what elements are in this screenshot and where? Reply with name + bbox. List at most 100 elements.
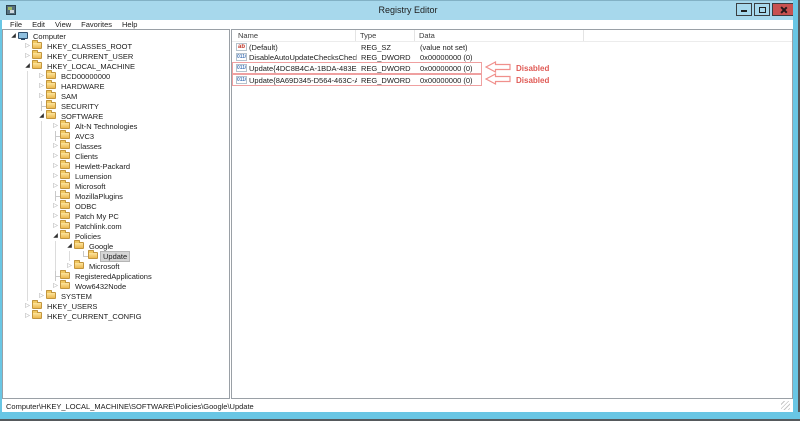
tree-item-odbc[interactable]: ▷ ODBC bbox=[3, 200, 229, 211]
expander-collapsed-icon[interactable]: ▷ bbox=[51, 121, 60, 131]
left-arrow-icon bbox=[484, 73, 511, 87]
tree-item-avc3[interactable]: AVC3 bbox=[3, 130, 229, 141]
value-row-default[interactable]: ab (Default) REG_SZ (value not set) bbox=[232, 42, 792, 52]
tree-indent bbox=[23, 131, 37, 141]
menu-favorites[interactable]: Favorites bbox=[76, 20, 117, 29]
maximize-button[interactable] bbox=[754, 3, 770, 16]
expander-collapsed-icon[interactable]: ▷ bbox=[51, 201, 60, 211]
tree-item-hkey-local-machine[interactable]: ◢ HKEY_LOCAL_MACHINE bbox=[3, 60, 229, 71]
column-header-type[interactable]: Type bbox=[356, 30, 415, 41]
tree-item-label: Alt-N Technologies bbox=[75, 121, 138, 131]
tree-indent bbox=[23, 81, 37, 91]
value-type-cell: REG_SZ bbox=[361, 42, 392, 52]
tree-item-hkey-current-config[interactable]: ▷ HKEY_CURRENT_CONFIG bbox=[3, 310, 229, 321]
minimize-button[interactable] bbox=[736, 3, 752, 16]
tree-item-software[interactable]: ◢ SOFTWARE bbox=[3, 110, 229, 121]
expander-collapsed-icon[interactable]: ▷ bbox=[51, 211, 60, 221]
title-bar[interactable]: Registry Editor bbox=[0, 0, 800, 20]
expander-collapsed-icon[interactable]: ▷ bbox=[51, 281, 60, 291]
folder-icon bbox=[74, 240, 84, 251]
expander-expanded-icon[interactable]: ◢ bbox=[23, 61, 32, 71]
expander-expanded-icon[interactable]: ◢ bbox=[65, 241, 74, 251]
tree-item-clients[interactable]: ▷ Clients bbox=[3, 150, 229, 161]
tree-indent bbox=[23, 251, 37, 261]
tree-indent bbox=[37, 191, 51, 201]
tree-item-alt-n-technologies[interactable]: ▷ Alt-N Technologies bbox=[3, 120, 229, 131]
window-border-bottom bbox=[0, 412, 800, 421]
close-icon bbox=[779, 6, 787, 14]
tree-item-wow6432node[interactable]: ▷ Wow6432Node bbox=[3, 280, 229, 291]
expander-collapsed-icon[interactable]: ▷ bbox=[51, 161, 60, 171]
tree-indent bbox=[23, 181, 37, 191]
value-row-update-8a69d345-d564-463c-aff1-a69[interactable]: 0110Update{8A69D345-D564-463C-AFF1-A69..… bbox=[232, 73, 792, 87]
expander-collapsed-icon[interactable]: ▷ bbox=[65, 261, 74, 271]
column-header-name[interactable]: Name bbox=[232, 30, 356, 41]
menu-edit[interactable]: Edit bbox=[27, 20, 50, 29]
expander-collapsed-icon[interactable]: ▷ bbox=[23, 41, 32, 51]
close-button[interactable] bbox=[772, 3, 794, 16]
folder-icon bbox=[32, 60, 42, 71]
tree-indent bbox=[23, 281, 37, 291]
expander-expanded-icon[interactable]: ◢ bbox=[9, 31, 18, 41]
tree-item-classes[interactable]: ▷ Classes bbox=[3, 140, 229, 151]
expander-collapsed-icon[interactable]: ▷ bbox=[23, 301, 32, 311]
tree-connector bbox=[51, 131, 60, 141]
expander-collapsed-icon[interactable]: ▷ bbox=[51, 181, 60, 191]
tree-item-registeredapplications[interactable]: RegisteredApplications bbox=[3, 270, 229, 281]
tree-indent bbox=[23, 191, 37, 201]
tree-item-microsoft[interactable]: ▷ Microsoft bbox=[3, 260, 229, 271]
menu-file[interactable]: File bbox=[5, 20, 27, 29]
tree-item-google[interactable]: ◢ Google bbox=[3, 240, 229, 251]
tree-connector bbox=[79, 251, 88, 261]
tree-item-hardware[interactable]: ▷ HARDWARE bbox=[3, 80, 229, 91]
window-border-right bbox=[793, 0, 800, 421]
expander-expanded-icon[interactable]: ◢ bbox=[37, 111, 46, 121]
tree-item-patchlink-com[interactable]: ▷ Patchlink.com bbox=[3, 220, 229, 231]
expander-collapsed-icon[interactable]: ▷ bbox=[51, 171, 60, 181]
expander-collapsed-icon[interactable]: ▷ bbox=[23, 51, 32, 61]
expander-collapsed-icon[interactable]: ▷ bbox=[37, 81, 46, 91]
tree-item-patch-my-pc[interactable]: ▷ Patch My PC bbox=[3, 210, 229, 221]
tree-item-update[interactable]: Update bbox=[3, 250, 229, 262]
tree-item-label: ODBC bbox=[75, 201, 97, 211]
tree-indent bbox=[37, 171, 51, 181]
expander-collapsed-icon[interactable]: ▷ bbox=[51, 221, 60, 231]
tree-item-policies[interactable]: ◢ Policies bbox=[3, 230, 229, 241]
tree-item-microsoft[interactable]: ▷ Microsoft bbox=[3, 180, 229, 191]
tree-item-lumension[interactable]: ▷ Lumension bbox=[3, 170, 229, 181]
tree-item-hewlett-packard[interactable]: ▷ Hewlett-Packard bbox=[3, 160, 229, 171]
tree-item-mozillaplugins[interactable]: MozillaPlugins bbox=[3, 190, 229, 201]
expander-collapsed-icon[interactable]: ▷ bbox=[37, 91, 46, 101]
menu-view[interactable]: View bbox=[50, 20, 76, 29]
expander-collapsed-icon[interactable]: ▷ bbox=[37, 71, 46, 81]
column-header-data[interactable]: Data bbox=[415, 30, 584, 41]
tree-item-security[interactable]: SECURITY bbox=[3, 100, 229, 111]
menu-help[interactable]: Help bbox=[117, 20, 142, 29]
expander-collapsed-icon[interactable]: ▷ bbox=[23, 311, 32, 321]
tree-item-bcd00000000[interactable]: ▷ BCD00000000 bbox=[3, 70, 229, 81]
expander-collapsed-icon[interactable]: ▷ bbox=[51, 151, 60, 161]
menu-bar: File Edit View Favorites Help bbox=[2, 20, 796, 29]
expander-collapsed-icon[interactable]: ▷ bbox=[37, 291, 46, 301]
resize-grip[interactable] bbox=[781, 401, 790, 410]
computer-icon bbox=[18, 31, 28, 41]
expander-collapsed-icon[interactable]: ▷ bbox=[51, 141, 60, 151]
expander-expanded-icon[interactable]: ◢ bbox=[51, 231, 60, 241]
tree-item-sam[interactable]: ▷ SAM bbox=[3, 90, 229, 101]
minimize-icon bbox=[741, 10, 747, 12]
